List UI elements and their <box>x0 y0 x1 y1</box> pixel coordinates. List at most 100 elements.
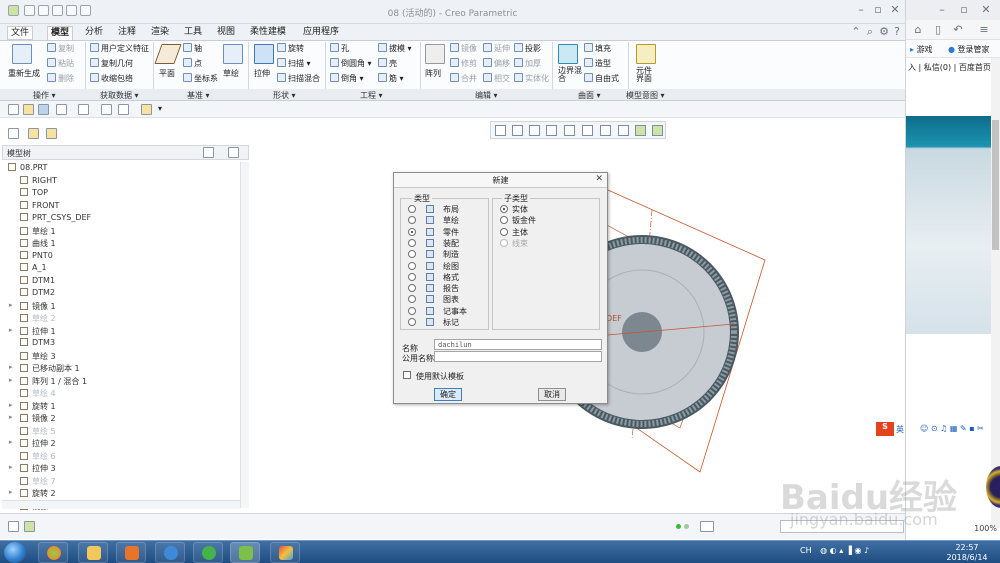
swept-blend-button[interactable]: 扫描混合 <box>277 73 320 84</box>
expand-arrow-icon[interactable]: ▸ <box>9 438 13 446</box>
group-operations[interactable]: 操作 ▾ <box>33 90 56 101</box>
group-datum[interactable]: 基准 ▾ <box>187 90 210 101</box>
tree-settings-icon[interactable] <box>203 147 214 158</box>
favorites-tab-icon[interactable] <box>46 128 57 139</box>
axis-button[interactable]: 轴 <box>183 43 202 54</box>
type-radio[interactable] <box>408 261 416 270</box>
copy-geometry-button[interactable]: 复制几何 <box>90 58 133 69</box>
copy-button[interactable]: 复制 <box>47 43 74 54</box>
redo-icon[interactable] <box>78 104 89 115</box>
subtype-label[interactable]: 实体 <box>512 204 528 215</box>
subtype-label[interactable]: 主体 <box>512 227 528 238</box>
model-tree-tab-icon[interactable] <box>8 128 19 139</box>
tree-node[interactable]: ▸ 镜像 2 <box>9 413 56 425</box>
tree-node[interactable]: 草绘 6 <box>20 451 56 463</box>
tree-node[interactable]: 曲线 1 <box>20 238 56 250</box>
type-label[interactable]: 布局 <box>443 204 459 215</box>
taskbar-app-explorer[interactable] <box>78 542 108 563</box>
tab-model[interactable]: 模型 <box>47 26 74 40</box>
pattern-button[interactable] <box>425 44 447 65</box>
selection-filter-icon[interactable] <box>700 521 714 532</box>
model-tree-vertical-scrollbar[interactable] <box>240 162 249 508</box>
hole-button[interactable]: 孔 <box>330 43 349 54</box>
boundary-blend-button[interactable] <box>558 44 580 65</box>
type-radio[interactable] <box>408 306 416 315</box>
delete-button[interactable]: 删除 <box>47 73 74 84</box>
type-label[interactable]: 标记 <box>443 317 459 328</box>
taskbar-app-media[interactable] <box>116 542 146 563</box>
thicken-button[interactable]: 加厚 <box>514 58 541 69</box>
type-label[interactable]: 草绘 <box>443 215 459 226</box>
revolve-button[interactable]: 旋转 <box>277 43 304 54</box>
tab-render[interactable]: 渲染 <box>148 26 172 40</box>
udf-button[interactable]: 用户定义特征 <box>90 43 149 54</box>
open-icon[interactable] <box>23 104 34 115</box>
browser-restore-icon[interactable]: ▫ <box>956 3 972 17</box>
start-button[interactable] <box>4 542 26 563</box>
type-label[interactable]: 零件 <box>443 227 459 238</box>
show-browser-icon[interactable] <box>24 521 35 532</box>
tree-node[interactable]: 草绘 2 <box>20 313 56 325</box>
save-icon[interactable] <box>38 104 49 115</box>
group-shape[interactable]: 形状 ▾ <box>273 90 296 101</box>
datum-display-icon[interactable] <box>618 125 629 136</box>
tree-node[interactable]: ▸ 拉伸 1 <box>9 326 56 338</box>
browser-scrollbar[interactable] <box>991 58 1000 528</box>
csys-button[interactable]: 坐标系 <box>183 73 218 84</box>
help-icon[interactable]: ? <box>889 25 905 39</box>
point-button[interactable]: 点 <box>183 58 202 69</box>
offset-button[interactable]: 偏移 <box>483 58 510 69</box>
tree-node[interactable]: ▸ 拉伸 2 <box>9 438 56 450</box>
browser-home-icon[interactable]: ⌂ <box>910 23 926 37</box>
project-button[interactable]: 投影 <box>514 43 541 54</box>
tab-view[interactable]: 视图 <box>214 26 238 40</box>
tree-node[interactable]: ▸ 旋转 2 <box>9 488 56 500</box>
taskbar-app-paint[interactable] <box>270 542 300 563</box>
type-radio[interactable] <box>408 205 416 213</box>
expand-arrow-icon[interactable]: ▸ <box>9 488 13 496</box>
paste-button[interactable]: 粘贴 <box>47 58 74 69</box>
tree-node[interactable]: 草绘 7 <box>20 476 56 488</box>
tree-node[interactable]: ▸ 拉伸 3 <box>9 463 56 475</box>
tree-node[interactable]: ▸ 已移动副本 1 <box>9 363 80 375</box>
intersect-button[interactable]: 相交 <box>483 73 510 84</box>
view-manager-icon[interactable] <box>600 125 611 136</box>
sogou-ime-icon[interactable]: S <box>876 422 894 436</box>
component-interface-button[interactable] <box>636 44 658 65</box>
type-radio[interactable] <box>408 227 416 236</box>
browser-zoom-level[interactable]: 100% <box>974 524 997 533</box>
tab-analysis[interactable]: 分析 <box>82 26 106 40</box>
expand-arrow-icon[interactable]: ▸ <box>9 463 13 471</box>
browser-close-icon[interactable]: ✕ <box>978 3 994 17</box>
tab-tools[interactable]: 工具 <box>181 26 205 40</box>
regenerate-icon[interactable] <box>101 104 112 115</box>
solidify-button[interactable]: 实体化 <box>514 73 549 84</box>
type-label[interactable]: 报告 <box>443 283 459 294</box>
expand-arrow-icon[interactable]: ▸ <box>9 376 13 384</box>
tree-node[interactable]: A_1 <box>20 263 47 275</box>
spin-center-icon[interactable] <box>652 125 663 136</box>
display-style-icon[interactable] <box>564 125 575 136</box>
common-name-input[interactable] <box>434 351 602 362</box>
windows-icon[interactable] <box>118 104 129 115</box>
clock[interactable]: 22:57 2018/6/14 <box>942 543 992 563</box>
ok-button[interactable]: 确定 <box>434 388 462 401</box>
new-icon[interactable] <box>8 104 19 115</box>
name-input[interactable]: dachilun <box>434 339 602 350</box>
browser-back-icon[interactable]: ↶ <box>950 23 966 37</box>
fill-button[interactable]: 填充 <box>584 43 611 54</box>
taskbar-app-creo[interactable] <box>230 542 260 563</box>
tree-node[interactable]: 草绘 1 <box>20 226 56 238</box>
subtype-radio[interactable] <box>500 227 508 236</box>
tree-node[interactable]: 草绘 4 <box>20 388 56 400</box>
subtype-radio[interactable] <box>500 205 508 213</box>
regenerate-button[interactable] <box>12 44 34 65</box>
close-icon[interactable]: ✕ <box>887 3 903 17</box>
undo-icon[interactable] <box>56 104 67 115</box>
sketch-button[interactable] <box>223 44 245 65</box>
trim-button[interactable]: 修剪 <box>450 58 477 69</box>
type-radio[interactable] <box>408 238 416 247</box>
tree-node[interactable]: FRONT <box>20 200 59 213</box>
tree-node[interactable]: 草绘 3 <box>20 351 56 363</box>
browser-minimize-icon[interactable]: – <box>934 3 950 17</box>
